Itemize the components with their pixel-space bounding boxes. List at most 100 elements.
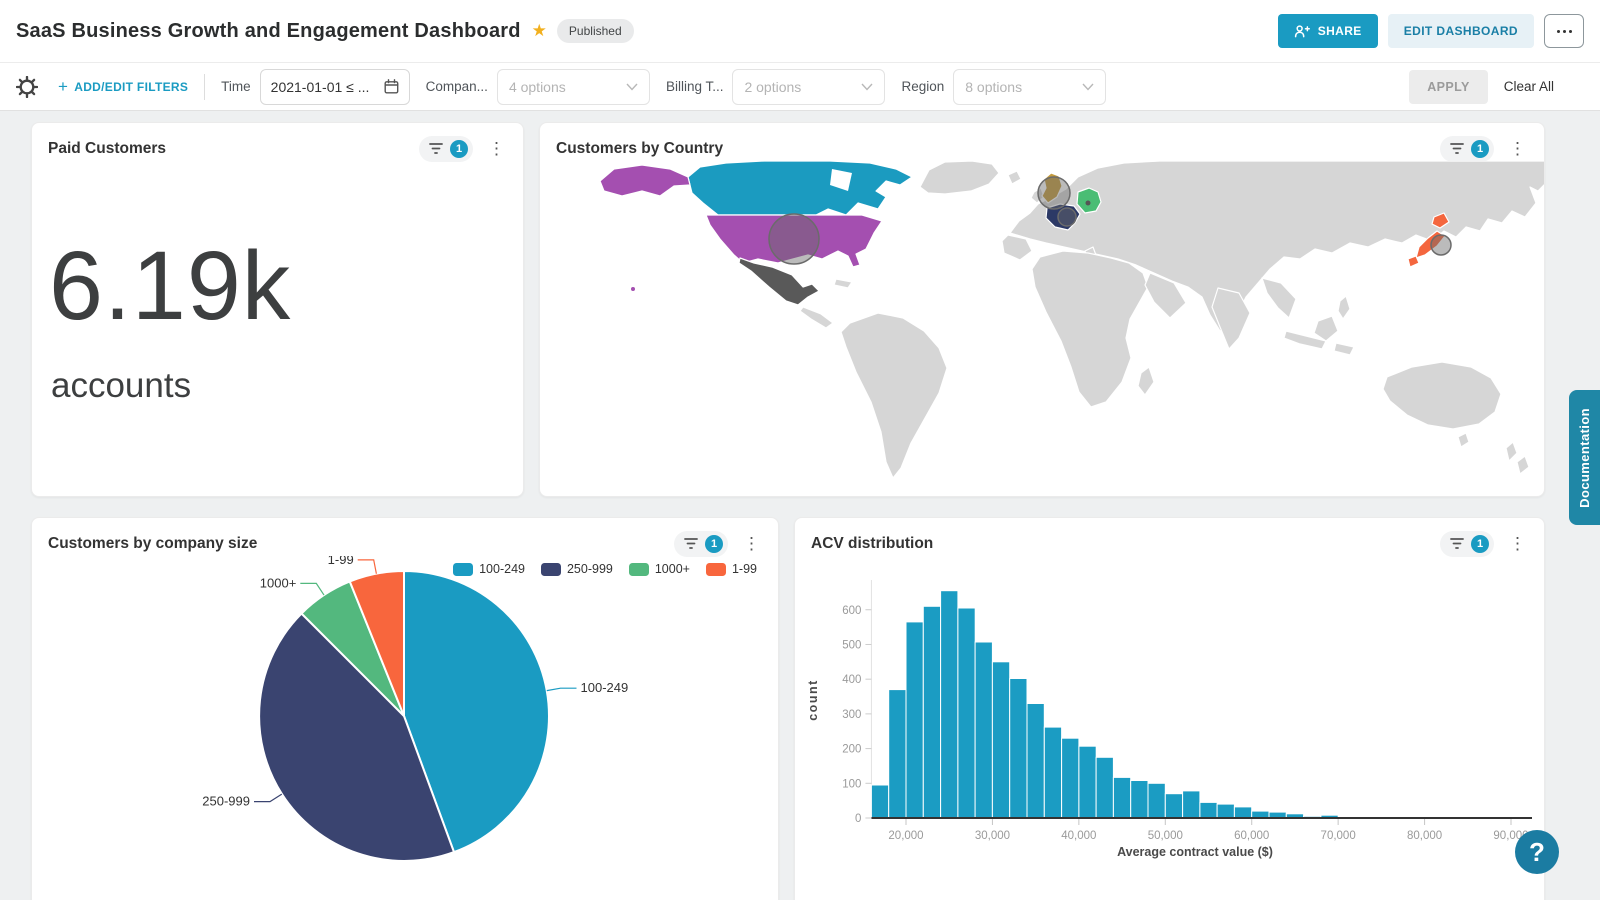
- filter-settings-button[interactable]: [16, 76, 38, 98]
- hist-bar[interactable]: [1027, 704, 1044, 819]
- share-button-label: SHARE: [1318, 24, 1362, 38]
- plus-icon: +: [58, 78, 68, 95]
- billing-filter-value: 2 options: [744, 79, 801, 95]
- bubble-united-kingdom[interactable]: [1038, 177, 1070, 209]
- hist-bar[interactable]: [1096, 757, 1113, 818]
- pie-label-leader-line: [358, 560, 377, 574]
- widget-filter-chip[interactable]: 1: [674, 531, 728, 557]
- hist-bar[interactable]: [906, 622, 923, 818]
- continent-africa: [1032, 251, 1148, 407]
- bubble-japan[interactable]: [1431, 235, 1451, 255]
- billing-filter-label: Billing T...: [666, 79, 724, 94]
- clear-all-button[interactable]: Clear All: [1504, 79, 1554, 94]
- hist-bar[interactable]: [889, 690, 906, 818]
- y-tick-label: 600: [842, 605, 861, 617]
- favorite-star-icon[interactable]: ★: [532, 21, 547, 41]
- panel-title: Customers by company size: [48, 535, 257, 553]
- widget-filter-chip[interactable]: 1: [419, 136, 473, 162]
- hist-bar[interactable]: [1113, 777, 1130, 818]
- filter-count-badge: 1: [705, 535, 723, 553]
- hist-bar[interactable]: [1183, 791, 1200, 818]
- hist-bar[interactable]: [958, 608, 975, 818]
- x-tick-label: 30,000: [975, 830, 1010, 842]
- hist-bar[interactable]: [1131, 781, 1148, 819]
- hist-bar[interactable]: [992, 662, 1009, 818]
- country-canada[interactable]: [688, 161, 912, 215]
- x-tick-label: 70,000: [1321, 830, 1356, 842]
- acv-distribution-panel: ACV distribution 1 ⋮ 0100200300400500600…: [794, 517, 1545, 900]
- company-filter-group: Compan... 4 options: [426, 69, 650, 105]
- share-button[interactable]: SHARE: [1278, 14, 1378, 48]
- hist-bar[interactable]: [1148, 783, 1165, 818]
- x-tick-label: 20,000: [888, 830, 923, 842]
- hist-bar[interactable]: [871, 785, 888, 818]
- hist-bar[interactable]: [1010, 679, 1027, 819]
- chevron-down-icon: [1082, 83, 1094, 91]
- header-actions: SHARE EDIT DASHBOARD: [1278, 14, 1584, 48]
- pie-chart[interactable]: 100-249250-9991000+1-99: [32, 556, 779, 900]
- more-options-button[interactable]: [1544, 14, 1584, 48]
- kebab-menu-icon[interactable]: ⋮: [1505, 138, 1530, 159]
- x-tick-label: 60,000: [1234, 830, 1269, 842]
- country-mexico[interactable]: [739, 258, 819, 305]
- y-axis-title: count: [806, 679, 820, 721]
- add-edit-filters-button[interactable]: + ADD/EDIT FILTERS: [58, 78, 188, 95]
- chevron-down-icon: [861, 83, 873, 91]
- hist-bar[interactable]: [923, 606, 940, 818]
- kpi-value: 6.19k: [49, 237, 523, 334]
- island-tasmania: [1458, 433, 1469, 447]
- time-filter-input[interactable]: 2021-01-01 ≤ ...: [260, 69, 410, 105]
- hist-bar[interactable]: [975, 642, 992, 818]
- chevron-down-icon: [626, 83, 638, 91]
- hist-bar[interactable]: [941, 591, 958, 818]
- hist-bar[interactable]: [1217, 804, 1234, 818]
- panel-title: Paid Customers: [48, 140, 166, 158]
- bubble-united-states[interactable]: [769, 214, 819, 264]
- kpi-body: 6.19k accounts: [32, 161, 523, 406]
- pie-slice-label: 1000+: [260, 575, 297, 590]
- bubble-germany[interactable]: [1086, 201, 1091, 206]
- country-alaska[interactable]: [600, 165, 690, 196]
- hist-bar[interactable]: [1165, 794, 1182, 818]
- bubble-france[interactable]: [1058, 208, 1076, 226]
- kebab-menu-icon[interactable]: ⋮: [484, 138, 509, 159]
- company-filter-label: Compan...: [426, 79, 488, 94]
- panel-title: ACV distribution: [811, 535, 933, 553]
- y-tick-label: 200: [842, 744, 861, 756]
- hist-bar[interactable]: [1252, 811, 1269, 818]
- funnel-icon: [429, 142, 443, 155]
- x-axis-title: Average contract value ($): [1117, 845, 1273, 859]
- country-madagascar: [1138, 367, 1154, 395]
- island-borneo: [1314, 316, 1338, 341]
- help-button[interactable]: ?: [1515, 830, 1559, 874]
- world-map-chart[interactable]: [540, 161, 1545, 497]
- kebab-menu-icon[interactable]: ⋮: [1505, 533, 1530, 554]
- panel-header: Customers by Country 1 ⋮: [540, 123, 1544, 161]
- pie-slice-label: 100-249: [581, 680, 629, 695]
- customers-by-country-panel: Customers by Country 1 ⋮: [539, 122, 1545, 497]
- company-filter-select[interactable]: 4 options: [497, 69, 650, 105]
- widget-filter-chip[interactable]: 1: [1440, 531, 1494, 557]
- hist-bar[interactable]: [1234, 807, 1251, 818]
- funnel-icon: [1450, 142, 1464, 155]
- hist-bar[interactable]: [1062, 738, 1079, 818]
- hist-bar[interactable]: [1200, 802, 1217, 818]
- hist-bar[interactable]: [1044, 727, 1061, 818]
- kpi-unit-label: accounts: [51, 366, 523, 406]
- hist-bar[interactable]: [1079, 746, 1096, 818]
- calendar-icon: [384, 79, 399, 94]
- widget-filter-chip[interactable]: 1: [1440, 136, 1494, 162]
- region-indochina: [1262, 278, 1296, 318]
- kebab-menu-icon[interactable]: ⋮: [739, 533, 764, 554]
- histogram-chart[interactable]: 010020030040050060020,00030,00040,00050,…: [795, 556, 1545, 900]
- region-filter-select[interactable]: 8 options: [953, 69, 1106, 105]
- documentation-tab[interactable]: Documentation: [1569, 390, 1600, 525]
- question-mark-icon: ?: [1529, 837, 1545, 868]
- billing-filter-select[interactable]: 2 options: [732, 69, 885, 105]
- y-tick-label: 0: [855, 813, 861, 825]
- edit-dashboard-button[interactable]: EDIT DASHBOARD: [1388, 14, 1534, 48]
- apply-button[interactable]: APPLY: [1409, 70, 1488, 104]
- gear-icon: [16, 76, 38, 98]
- x-tick-label: 80,000: [1407, 830, 1442, 842]
- add-edit-filters-label: ADD/EDIT FILTERS: [74, 80, 188, 94]
